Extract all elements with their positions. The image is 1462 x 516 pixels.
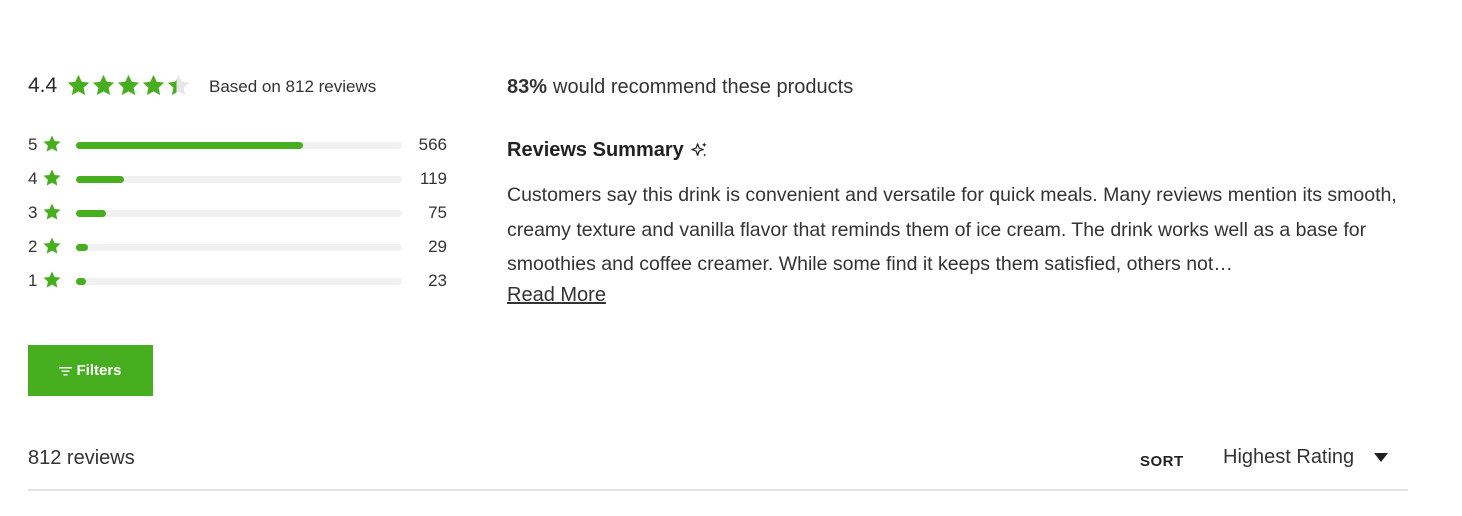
reviews-summary-title: Reviews Summary (507, 139, 709, 162)
review-count-summary: Based on 812 reviews (209, 77, 377, 96)
histogram-row[interactable]: 4 119 (28, 167, 453, 201)
recommend-text: would recommend these products (553, 76, 854, 98)
histogram-row[interactable]: 1 23 (28, 269, 453, 303)
histogram-bar-fill (76, 176, 124, 183)
caret-down-icon (1374, 453, 1389, 462)
sort-dropdown[interactable]: Highest Rating (1223, 446, 1389, 469)
recommend-line: 83% would recommend these products (507, 76, 853, 99)
histogram-bar-fill (76, 244, 88, 251)
read-more-link[interactable]: Read More (507, 284, 606, 307)
recommend-percent: 83% (507, 76, 548, 98)
histogram-bar-track (76, 176, 402, 183)
histogram-row[interactable]: 3 75 (28, 201, 453, 235)
star-icon (43, 169, 61, 186)
star-icon (43, 203, 61, 220)
histogram-bar-fill (76, 210, 106, 217)
rating-histogram: 5 566 4 119 3 75 2 29 1 23 (28, 133, 453, 303)
histogram-star-number: 5 (28, 135, 38, 154)
histogram-row[interactable]: 2 29 (28, 235, 453, 269)
sort-label: SORT (1140, 453, 1184, 470)
reviews-summary-title-text: Reviews Summary (507, 139, 684, 161)
divider (28, 489, 1408, 491)
histogram-row[interactable]: 5 566 (28, 133, 453, 167)
rating-star-icon (167, 74, 190, 96)
average-rating: 4.4 (28, 74, 58, 97)
histogram-bar-fill (76, 278, 86, 285)
filters-button[interactable]: Filters (28, 345, 153, 396)
histogram-bar-track (76, 278, 402, 285)
histogram-star-number: 2 (28, 237, 38, 256)
histogram-star-number: 1 (28, 271, 38, 290)
sparkle-icon (691, 142, 707, 157)
rating-star-icon (117, 74, 140, 96)
star-icon (43, 237, 61, 254)
histogram-bar-track (76, 142, 402, 149)
rating-star-icon (142, 74, 165, 96)
star-icon (43, 135, 61, 152)
histogram-count: 23 (428, 271, 447, 290)
reviews-count: 812 reviews (28, 447, 135, 469)
histogram-count: 566 (418, 135, 447, 154)
histogram-star-number: 4 (28, 169, 38, 188)
histogram-bar-track (76, 244, 402, 251)
reviews-summary-body: Customers say this drink is convenient a… (507, 184, 1397, 275)
sort-selected-value: Highest Rating (1223, 446, 1355, 468)
histogram-star-number: 3 (28, 203, 38, 222)
histogram-bar-track (76, 210, 402, 217)
rating-star-icon (67, 74, 90, 96)
histogram-bar-fill (76, 142, 304, 149)
average-stars (66, 73, 191, 98)
histogram-count: 119 (419, 169, 447, 188)
rating-star-icon (92, 74, 115, 96)
histogram-count: 29 (428, 237, 447, 256)
histogram-count: 75 (428, 203, 447, 222)
filters-button-label: Filters (76, 362, 122, 379)
filter-lines-icon (59, 366, 73, 375)
star-icon (43, 271, 61, 288)
